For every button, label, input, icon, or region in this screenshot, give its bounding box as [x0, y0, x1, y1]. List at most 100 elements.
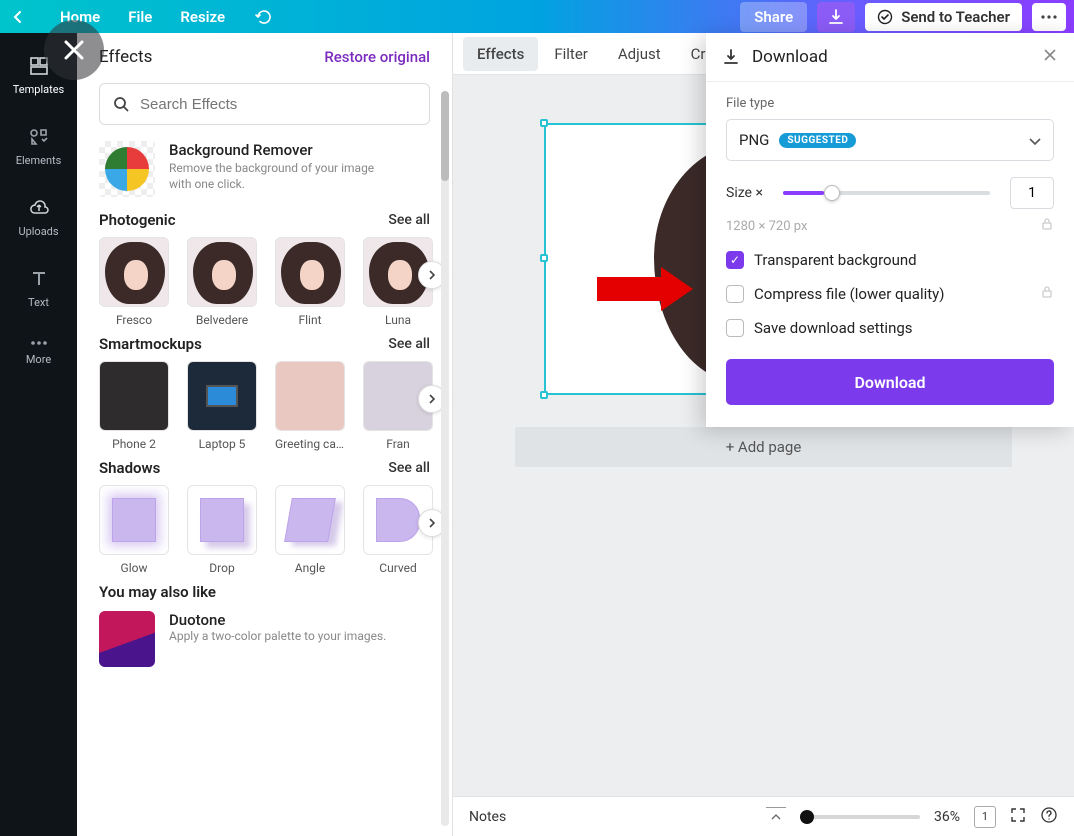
more-top-button[interactable] [1032, 3, 1066, 31]
background-remover[interactable]: Background Remover Remove the background… [99, 141, 430, 197]
shadows-item[interactable]: Drop [187, 485, 257, 575]
download-icon [827, 8, 845, 26]
duotone-item[interactable]: Duotone Apply a two-color palette to you… [99, 611, 430, 667]
main-area: Effects Filter Adjust Cr + Add page [453, 33, 1074, 836]
file-type-select[interactable]: PNG SUGGESTED [726, 119, 1054, 161]
close-icon [1042, 47, 1058, 63]
section-photogenic: Photogenic [99, 211, 176, 229]
section-smartmockups: Smartmockups [99, 335, 202, 353]
add-page-button[interactable]: + Add page [515, 427, 1012, 467]
size-value[interactable]: 1 [1010, 177, 1054, 209]
search-input[interactable] [140, 96, 417, 113]
photogenic-item[interactable]: Fresco [99, 237, 169, 327]
zoom-value[interactable]: 36% [934, 809, 960, 825]
duotone-title: Duotone [169, 611, 386, 629]
share-button[interactable]: Share [740, 2, 807, 32]
download-close-button[interactable] [1042, 47, 1058, 67]
duotone-desc: Apply a two-color palette to your images… [169, 629, 386, 645]
chevron-right-icon [427, 518, 437, 528]
chevron-down-icon [1029, 131, 1041, 150]
shadows-item[interactable]: Glow [99, 485, 169, 575]
photogenic-item[interactable]: Belvedere [187, 237, 257, 327]
file-type-label: File type [726, 96, 1054, 111]
bottom-bar: Notes 36% 1 [453, 796, 1074, 836]
lock-icon [1040, 285, 1054, 303]
check-circle-icon [877, 9, 893, 25]
dimensions-label: 1280 × 720 px [726, 219, 807, 234]
help-button[interactable] [1040, 806, 1058, 828]
top-bar: Home File Resize Share Send to Teacher [0, 0, 1074, 33]
compress-label: Compress file (lower quality) [754, 285, 944, 303]
sidenav-templates-label: Templates [13, 83, 64, 96]
lock-icon [1040, 217, 1054, 235]
send-to-teacher-button[interactable]: Send to Teacher [865, 3, 1022, 31]
compress-checkbox[interactable]: Compress file (lower quality) [726, 285, 1054, 303]
search-effects[interactable] [99, 83, 430, 125]
sidenav-more[interactable]: More [26, 339, 51, 366]
download-button[interactable]: Download [726, 359, 1054, 405]
suggested-badge: SUGGESTED [779, 133, 856, 148]
sidenav: Templates Elements Uploads Text More [0, 33, 77, 836]
page-indicator[interactable]: 1 [974, 806, 996, 828]
back-icon[interactable] [8, 7, 28, 27]
size-slider[interactable] [783, 191, 990, 195]
expand-button[interactable] [1010, 807, 1026, 827]
tab-adjust[interactable]: Adjust [604, 37, 675, 71]
sidenav-uploads[interactable]: Uploads [18, 197, 58, 238]
bg-remover-icon [99, 141, 155, 197]
bg-remover-desc: Remove the background of your image with… [169, 161, 399, 192]
effects-panel: Effects Restore original Background Remo… [77, 33, 453, 836]
photogenic-item[interactable]: Flint [275, 237, 345, 327]
chevron-right-icon [427, 270, 437, 280]
checkbox-icon [726, 319, 744, 337]
see-all-smartmockups[interactable]: See all [388, 336, 430, 352]
download-title: Download [752, 47, 828, 67]
text-icon [28, 268, 50, 290]
tab-filter[interactable]: Filter [540, 37, 602, 71]
download-popover: Download File type PNG SUGGESTED Size [706, 33, 1074, 427]
sidenav-more-label: More [26, 353, 51, 366]
help-icon [1040, 806, 1058, 824]
send-label: Send to Teacher [901, 8, 1010, 26]
chevron-right-icon [427, 394, 437, 404]
undo-icon[interactable] [253, 7, 273, 27]
checkbox-icon [726, 285, 744, 303]
annotation-arrow [597, 267, 693, 311]
collapse-button[interactable] [766, 807, 786, 827]
expand-icon [1010, 807, 1026, 823]
download-icon [722, 48, 740, 66]
size-label: Size × [726, 185, 763, 201]
notes-button[interactable]: Notes [469, 809, 506, 825]
elements-icon [28, 126, 50, 148]
file-button[interactable]: File [128, 8, 152, 26]
search-icon [112, 95, 130, 113]
save-settings-checkbox[interactable]: Save download settings [726, 319, 1054, 337]
upload-icon [28, 197, 50, 219]
transparent-checkbox[interactable]: ✓ Transparent background [726, 251, 1054, 269]
close-panel-button[interactable] [44, 20, 104, 80]
panel-scrollbar[interactable] [438, 81, 452, 836]
smartmockups-item[interactable]: Laptop 5 [187, 361, 257, 451]
section-shadows: Shadows [99, 459, 160, 477]
restore-original-button[interactable]: Restore original [324, 48, 430, 66]
see-all-photogenic[interactable]: See all [388, 212, 430, 228]
smartmockups-item[interactable]: Greeting car... [275, 361, 345, 451]
download-top-button[interactable] [817, 2, 855, 32]
sidenav-elements[interactable]: Elements [16, 126, 62, 167]
see-all-shadows[interactable]: See all [388, 460, 430, 476]
sidenav-uploads-label: Uploads [18, 225, 58, 238]
chevron-up-icon [771, 814, 781, 820]
resize-button[interactable]: Resize [180, 8, 225, 26]
ellipsis-icon [28, 339, 50, 347]
shadows-item[interactable]: Angle [275, 485, 345, 575]
close-icon [60, 36, 88, 64]
sidenav-elements-label: Elements [16, 154, 62, 167]
tab-effects[interactable]: Effects [463, 37, 538, 71]
duotone-icon [99, 611, 155, 667]
file-type-value: PNG [739, 131, 769, 149]
sidenav-text-label: Text [28, 296, 49, 309]
sidenav-text[interactable]: Text [28, 268, 50, 309]
zoom-slider[interactable] [800, 815, 920, 819]
smartmockups-item[interactable]: Phone 2 [99, 361, 169, 451]
ellipsis-icon [1041, 15, 1057, 19]
